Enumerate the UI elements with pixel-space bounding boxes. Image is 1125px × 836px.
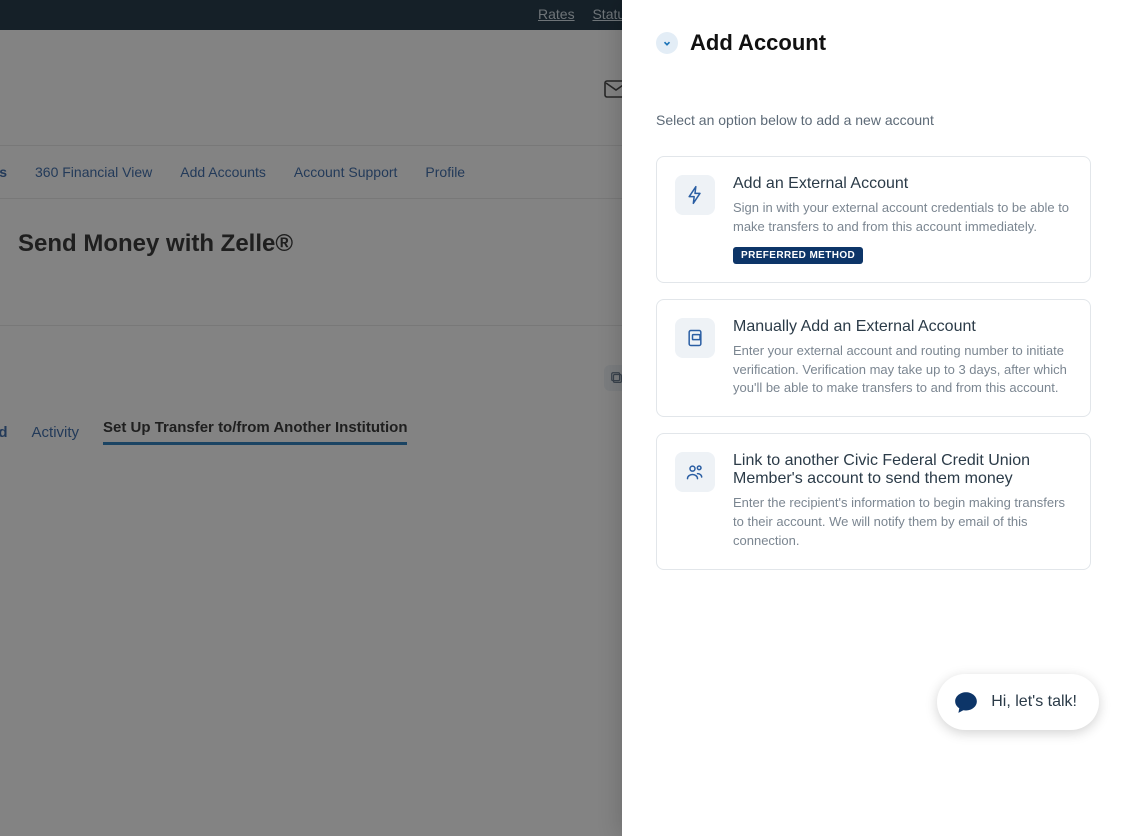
option-title: Manually Add an External Account — [733, 318, 1072, 336]
option-title: Link to another Civic Federal Credit Uni… — [733, 452, 1072, 488]
chat-label: Hi, let's talk! — [991, 693, 1077, 711]
option-description: Enter your external account and routing … — [733, 342, 1072, 399]
chat-bubble-icon — [953, 689, 979, 715]
people-icon — [675, 452, 715, 492]
option-title: Add an External Account — [733, 175, 1072, 193]
panel-subtitle: Select an option below to add a new acco… — [656, 112, 1091, 128]
preferred-method-badge: PREFERRED METHOD — [733, 247, 863, 264]
panel-title: Add Account — [690, 30, 826, 56]
option-add-external-account[interactable]: Add an External Account Sign in with you… — [656, 156, 1091, 283]
panel-header: Add Account — [656, 30, 1091, 56]
lightning-icon — [675, 175, 715, 215]
option-link-member-account[interactable]: Link to another Civic Federal Credit Uni… — [656, 433, 1091, 570]
option-description: Enter the recipient's information to beg… — [733, 494, 1072, 551]
chat-widget[interactable]: Hi, let's talk! — [937, 674, 1099, 730]
collapse-icon[interactable] — [656, 32, 678, 54]
option-description: Sign in with your external account crede… — [733, 199, 1072, 237]
option-manually-add-external[interactable]: Manually Add an External Account Enter y… — [656, 299, 1091, 418]
modal-dim-overlay[interactable] — [0, 0, 622, 836]
document-icon — [675, 318, 715, 358]
